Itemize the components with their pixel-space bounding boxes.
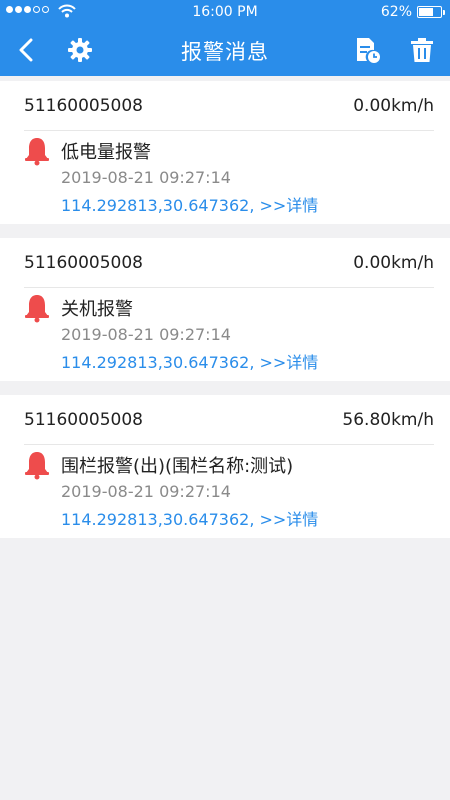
alarm-card[interactable]: 51160005008 0.00km/h 低电量报警 2019-08-21 09… [0,81,450,224]
bell-icon [25,295,49,323]
app-header: 16:00 PM 62% 报警消息 [0,0,450,76]
document-clock-icon [357,38,380,63]
card-header: 51160005008 56.80km/h [24,395,434,445]
alarm-time: 2019-08-21 09:27:14 [61,168,231,187]
alarm-title: 围栏报警(出)(围栏名称:测试) [61,456,294,477]
device-id: 51160005008 [24,96,143,116]
page-title: 报警消息 [181,40,269,64]
battery-percent: 62% [380,4,412,20]
alarm-time: 2019-08-21 09:27:14 [61,482,231,501]
alarm-title: 低电量报警 [61,142,151,163]
speed: 0.00km/h [353,253,434,273]
alarm-time: 2019-08-21 09:27:14 [61,325,231,344]
speed: 56.80km/h [342,410,434,430]
alarm-location-link[interactable]: 114.292813,30.647362, >>详情 [61,506,318,530]
card-header: 51160005008 0.00km/h [24,81,434,131]
alarm-card[interactable]: 51160005008 56.80km/h 围栏报警(出)(围栏名称:测试) 2… [0,395,450,538]
alarm-location-link[interactable]: 114.292813,30.647362, >>详情 [61,349,318,373]
device-id: 51160005008 [24,410,143,430]
trash-icon [411,38,433,62]
alarm-location-link[interactable]: 114.292813,30.647362, >>详情 [61,192,318,216]
nav-bar: 报警消息 [0,24,450,76]
alarm-card[interactable]: 51160005008 0.00km/h 关机报警 2019-08-21 09:… [0,238,450,381]
report-button[interactable] [354,36,382,64]
bell-icon [25,138,49,166]
speed: 0.00km/h [353,96,434,116]
battery-icon [417,6,445,18]
card-header: 51160005008 0.00km/h [24,238,434,288]
status-bar: 16:00 PM 62% [0,0,450,24]
bell-icon [25,452,49,480]
delete-button[interactable] [408,36,436,64]
alarm-title: 关机报警 [61,299,133,320]
device-id: 51160005008 [24,253,143,273]
